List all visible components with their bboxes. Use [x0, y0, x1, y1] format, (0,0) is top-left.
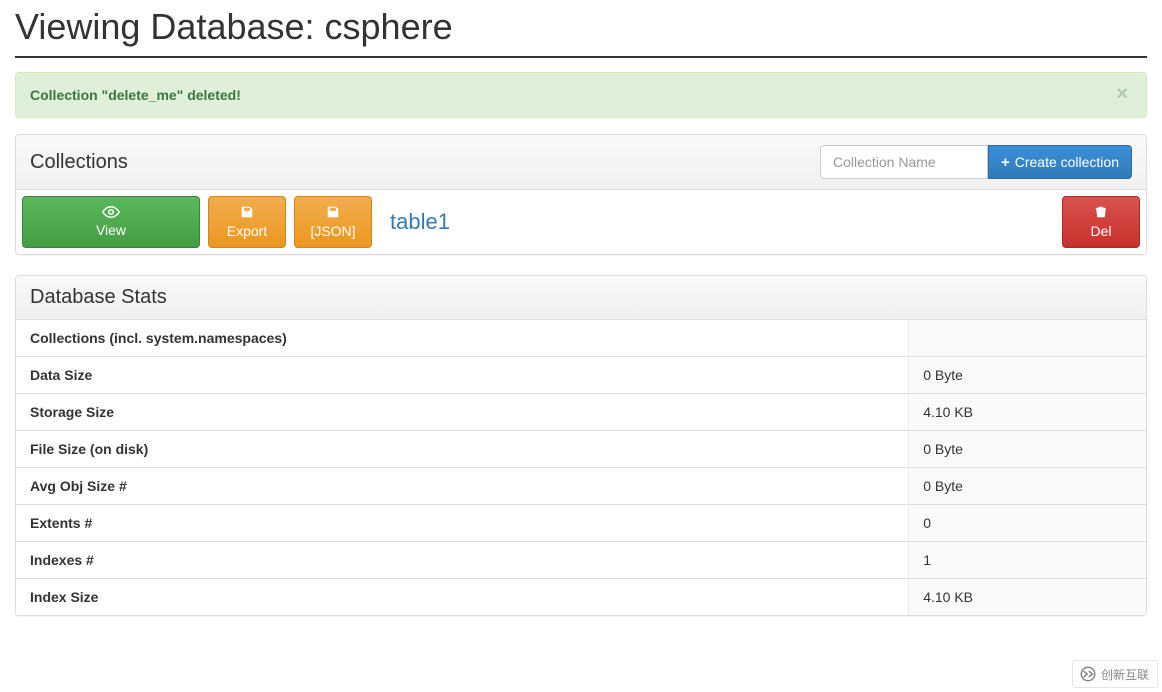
database-stats-title: Database Stats [30, 286, 167, 309]
stat-value: 0 Byte [909, 431, 1146, 468]
export-button[interactable]: Export [208, 196, 286, 248]
stat-value: 4.10 KB [909, 394, 1146, 431]
delete-button[interactable]: Del [1062, 196, 1140, 248]
table-row: Indexes #1 [16, 542, 1146, 579]
stat-value: 0 Byte [909, 357, 1146, 394]
stat-value: 4.10 KB [909, 579, 1146, 616]
view-button-label: View [96, 222, 126, 238]
table-row: Avg Obj Size #0 Byte [16, 468, 1146, 505]
collections-panel: Collections + Create collection [15, 134, 1147, 255]
view-button[interactable]: View [22, 196, 200, 248]
collections-panel-header: Collections + Create collection [16, 135, 1146, 190]
collections-panel-body: View Export [JSON] [16, 190, 1146, 254]
export-button-label: Export [227, 223, 267, 239]
stat-value [909, 320, 1146, 357]
stat-value: 0 Byte [909, 468, 1146, 505]
create-collection-form: + Create collection [820, 145, 1132, 179]
stat-key: Index Size [16, 579, 909, 616]
collections-panel-title: Collections [30, 151, 128, 174]
save-icon [326, 205, 340, 221]
table-row: Data Size0 Byte [16, 357, 1146, 394]
stat-key: Storage Size [16, 394, 909, 431]
collection-row: View Export [JSON] [22, 196, 1140, 248]
delete-button-label: Del [1090, 223, 1111, 239]
trash-icon [1094, 205, 1108, 221]
collection-name-link[interactable]: table1 [380, 196, 1054, 248]
collection-name-input[interactable] [820, 145, 988, 179]
stat-key: Extents # [16, 505, 909, 542]
export-json-button[interactable]: [JSON] [294, 196, 372, 248]
database-stats-header: Database Stats [16, 276, 1146, 320]
stat-value: 0 [909, 505, 1146, 542]
watermark: 创新互联 [1072, 660, 1158, 688]
stat-key: Indexes # [16, 542, 909, 579]
table-row: Collections (incl. system.namespaces) [16, 320, 1146, 357]
stat-key: Data Size [16, 357, 909, 394]
table-row: Extents #0 [16, 505, 1146, 542]
eye-icon [102, 206, 120, 220]
table-row: File Size (on disk)0 Byte [16, 431, 1146, 468]
database-stats-panel: Database Stats Collections (incl. system… [15, 275, 1147, 616]
export-json-button-label: [JSON] [310, 223, 355, 239]
page-title: Viewing Database: csphere [15, 6, 1147, 58]
save-icon [240, 205, 254, 221]
table-row: Storage Size4.10 KB [16, 394, 1146, 431]
stat-value: 1 [909, 542, 1146, 579]
database-stats-table: Collections (incl. system.namespaces)Dat… [16, 320, 1146, 615]
stat-key: Avg Obj Size # [16, 468, 909, 505]
create-collection-button-label: Create collection [1015, 154, 1119, 170]
stat-key: File Size (on disk) [16, 431, 909, 468]
create-collection-button[interactable]: + Create collection [988, 145, 1132, 179]
close-icon[interactable]: × [1110, 83, 1134, 105]
plus-icon: + [1001, 155, 1010, 170]
watermark-logon-icon [1079, 665, 1097, 683]
table-row: Index Size4.10 KB [16, 579, 1146, 616]
success-alert: Collection "delete_me" deleted! × [15, 72, 1147, 118]
alert-message: Collection "delete_me" deleted! [30, 87, 241, 103]
watermark-text: 创新互联 [1101, 666, 1149, 683]
stat-key: Collections (incl. system.namespaces) [16, 320, 909, 357]
